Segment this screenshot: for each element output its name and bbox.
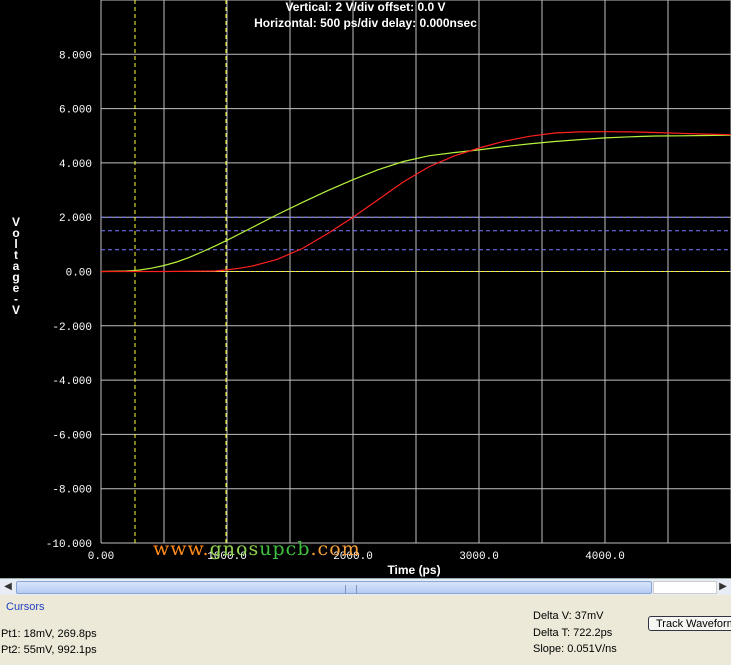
horizontal-scrollbar[interactable]: ◀ ▶ (0, 578, 731, 595)
waveform-plot[interactable]: 8.000 6.000 4.000 2.000 0.00 -2.000 -4.000 -6.0… (0, 0, 731, 578)
scroll-right-arrow-icon[interactable]: ▶ (716, 580, 730, 593)
delta-t-readout: Delta T: 722.2ps (533, 627, 613, 639)
y-tick-label: -8.000 (52, 485, 92, 497)
y-tick-label: -6.000 (52, 430, 92, 442)
delta-v-readout: Delta V: 37mV (533, 610, 604, 622)
scrollbar-thumb[interactable] (16, 581, 652, 594)
vertical-scale-label: Vertical: 2 V/div offset: 0.0 V (285, 0, 446, 14)
y-axis-label: Vo l t a g e -V (12, 215, 20, 317)
x-axis-label: Time (ps) (387, 563, 440, 577)
y-tick-label: -10.000 (46, 539, 92, 551)
scrollbar-track[interactable] (653, 581, 717, 594)
y-tick-label: 8.000 (59, 50, 92, 62)
cursor-panel: Cursors Pt1: 18mV, 269.8ps Pt2: 55mV, 99… (0, 595, 731, 665)
x-tick-label: 3000.0 (459, 551, 499, 563)
cursor-pt2-readout: Pt2: 55mV, 992.1ps (1, 644, 97, 656)
y-tick-label: -2.000 (52, 322, 92, 334)
y-tick-label: 6.000 (59, 105, 92, 117)
x-tick-label: 4000.0 (585, 551, 625, 563)
horizontal-scale-label: Horizontal: 500 ps/div delay: 0.000nsec (254, 16, 477, 30)
waveform-chart: 8.000 6.000 4.000 2.000 0.00 -2.000 -4.000 -6.0… (12, 0, 731, 577)
y-tick-label: 4.000 (59, 159, 92, 171)
scrollbar-grip-icon (345, 585, 357, 594)
y-tick-label: 0.00 (66, 268, 92, 280)
scroll-left-arrow-icon[interactable]: ◀ (1, 580, 15, 593)
x-tick-label: 0.00 (88, 551, 114, 563)
y-tick-label: 2.000 (59, 213, 92, 225)
y-tick-label: -4.000 (52, 376, 92, 388)
slope-readout: Slope: 0.051V/ns (533, 643, 617, 655)
track-waveform-button[interactable]: Track Waveform (648, 616, 731, 631)
cursor-pt1-readout: Pt1: 18mV, 269.8ps (1, 628, 97, 640)
cursors-title: Cursors (6, 601, 45, 613)
watermark-text: www.gnosupcb.com (153, 538, 361, 560)
